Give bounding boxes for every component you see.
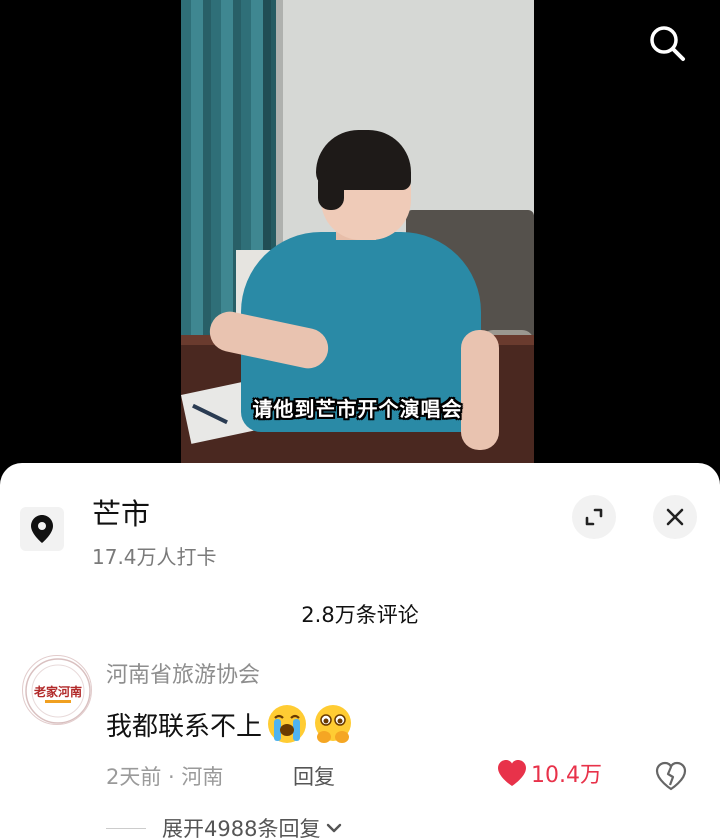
face-holding-back-tears-emoji <box>315 705 352 743</box>
location-icon-box <box>20 507 64 551</box>
location-checkins: 17.4万人打卡 <box>92 545 217 569</box>
like-count: 10.4万 <box>531 763 602 788</box>
chevron-down-icon <box>327 823 342 833</box>
search-button[interactable] <box>640 16 694 70</box>
close-button[interactable] <box>653 495 697 539</box>
divider-line <box>106 827 146 829</box>
comment-author[interactable]: 河南省旅游协会 <box>106 657 260 689</box>
dislike-button[interactable] <box>654 759 688 793</box>
expand-icon <box>585 508 603 526</box>
video-player[interactable]: 请他到芒市开个演唱会 <box>0 0 720 470</box>
video-subtitle: 请他到芒市开个演唱会 <box>252 397 463 421</box>
avatar-logo: 老家河南 <box>25 658 91 724</box>
expand-button[interactable] <box>572 495 616 539</box>
location-name[interactable]: 芒市 <box>92 491 150 533</box>
close-icon <box>666 508 684 526</box>
heart-icon <box>498 760 526 786</box>
broken-heart-icon <box>655 761 687 791</box>
like-button[interactable]: 10.4万 <box>497 757 602 789</box>
location-pin-icon <box>31 515 53 543</box>
comment-meta: 2天前 · 河南 <box>106 765 224 789</box>
avatar[interactable]: 老家河南 <box>22 655 92 725</box>
comments-sheet: 芒市 17.4万人打卡 2.8万条评论 老家河南 河南省旅游协会 我都联系不上 <box>0 463 720 840</box>
expand-replies-label: 展开4988条回复 <box>162 817 321 840</box>
svg-text:老家河南: 老家河南 <box>34 684 82 699</box>
loudly-crying-face-emoji <box>268 705 307 743</box>
search-icon <box>650 26 685 61</box>
reply-button[interactable]: 回复 <box>293 761 335 791</box>
comment-text-row: 我都联系不上 <box>106 703 354 745</box>
video-frame[interactable]: 请他到芒市开个演唱会 <box>181 0 534 470</box>
comments-count: 2.8万条评论 <box>301 603 419 627</box>
expand-replies-button[interactable]: 展开4988条回复 <box>106 813 344 840</box>
comment-text: 我都联系不上 <box>106 711 263 742</box>
